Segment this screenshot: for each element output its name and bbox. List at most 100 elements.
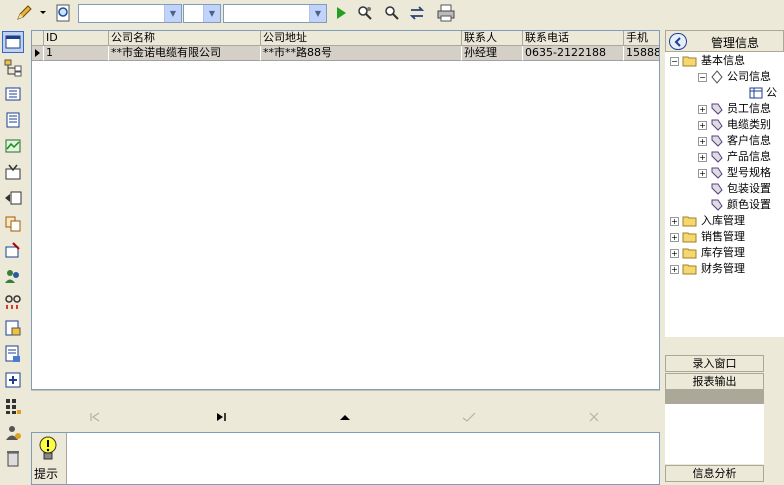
pencil-icon <box>17 5 32 20</box>
tree-node-inventory[interactable]: + 库存管理 <box>670 245 745 261</box>
print-button[interactable] <box>436 3 456 23</box>
right-panel-title: 管理信息 <box>711 36 760 50</box>
edit-pencil-button[interactable] <box>14 3 34 23</box>
tree-node-packaging[interactable]: 包装设置 <box>710 181 771 197</box>
document-icon <box>6 112 20 128</box>
column-header-mobile[interactable]: 手机 <box>624 31 659 46</box>
cell-mobile[interactable]: 15888 <box>624 46 659 61</box>
diamond-icon <box>711 70 723 84</box>
column-header-contact[interactable]: 联系人 <box>462 31 523 46</box>
entry-window-button[interactable]: 录入窗口 <box>665 355 764 372</box>
report-output-button[interactable]: 报表输出 <box>665 373 764 390</box>
collapse-panel-button[interactable] <box>669 33 687 50</box>
first-record-button[interactable] <box>85 409 105 425</box>
tree-node-company-info[interactable]: − 公司信息 <box>698 69 771 85</box>
tree-node-inbound[interactable]: + 入库管理 <box>670 213 745 229</box>
column-header-company-name[interactable]: 公司名称 <box>109 31 261 46</box>
window-icon <box>5 35 21 49</box>
search-all-button[interactable] <box>381 3 401 23</box>
cell-id[interactable]: 1 <box>44 46 109 61</box>
post-record-button[interactable] <box>459 409 479 425</box>
tree-node-customer-info[interactable]: + 客户信息 <box>698 133 771 149</box>
hint-tab[interactable]: 提示 <box>32 433 67 484</box>
import-button[interactable] <box>2 369 24 391</box>
expand-icon[interactable]: + <box>670 264 679 274</box>
find-button[interactable] <box>53 3 73 23</box>
printer-icon <box>437 4 455 22</box>
column-header-id[interactable]: ID <box>44 31 109 46</box>
cell-phone[interactable]: 0635-2122188 <box>523 46 624 61</box>
collapse-icon[interactable]: − <box>698 72 707 82</box>
column-header-phone[interactable]: 联系电话 <box>523 31 624 46</box>
tree-node-sales[interactable]: + 销售管理 <box>670 229 745 245</box>
expand-icon[interactable]: + <box>698 136 707 146</box>
folder-icon <box>682 216 697 227</box>
folder-icon <box>682 232 697 243</box>
expand-icon[interactable]: + <box>670 216 679 226</box>
form-view-button[interactable] <box>2 31 24 53</box>
delete-button[interactable] <box>2 447 24 469</box>
list-view-button[interactable] <box>2 83 24 105</box>
import-icon <box>5 372 21 388</box>
tree-node-basic-info[interactable]: − 基本信息 <box>670 53 745 69</box>
folder-icon <box>682 264 697 275</box>
tag-icon <box>711 151 723 163</box>
chevron-down-icon[interactable]: ▼ <box>164 5 181 22</box>
tag-icon <box>711 103 723 115</box>
expand-icon[interactable]: + <box>670 232 679 242</box>
tree-label: 财务管理 <box>701 262 745 275</box>
tree-node-cable-category[interactable]: + 电缆类别 <box>698 117 771 133</box>
field-select[interactable]: ▼ <box>78 4 182 23</box>
last-record-button[interactable] <box>211 409 231 425</box>
info-analysis-button[interactable]: 信息分析 <box>665 465 764 482</box>
refresh-button[interactable] <box>407 3 427 23</box>
tree-node-finance[interactable]: + 财务管理 <box>670 261 745 277</box>
expand-icon[interactable]: + <box>698 168 707 178</box>
cell-contact[interactable]: 孙经理 <box>462 46 523 61</box>
tree-node-company-leaf[interactable]: 公 <box>749 85 777 101</box>
panel-blank-area <box>665 404 764 464</box>
navigation-tree[interactable]: − 基本信息 − 公司信息 公 + 员工信息 + 电缆类别 + 客户信息 + 产… <box>665 52 784 337</box>
cell-company-name[interactable]: **市金诺电缆有限公司 <box>109 46 261 61</box>
users-button[interactable] <box>2 265 24 287</box>
cell-company-address[interactable]: **市**路88号 <box>261 46 462 61</box>
expand-icon[interactable]: + <box>670 248 679 258</box>
hierarchy-button[interactable] <box>2 57 24 79</box>
operator-select[interactable]: ▼ <box>183 4 221 23</box>
user-settings-button[interactable] <box>2 421 24 443</box>
inbox-button[interactable] <box>2 161 24 183</box>
tree-node-product-info[interactable]: + 产品信息 <box>698 149 771 165</box>
run-query-button[interactable] <box>331 3 351 23</box>
tree-node-staff-info[interactable]: + 员工信息 <box>698 101 771 117</box>
column-header-company-address[interactable]: 公司地址 <box>261 31 462 46</box>
document-button[interactable] <box>2 109 24 131</box>
search-user-button[interactable] <box>355 3 375 23</box>
pencil-dropdown-arrow[interactable] <box>37 3 49 23</box>
export-button[interactable] <box>2 187 24 209</box>
copy-button[interactable] <box>2 213 24 235</box>
tree-node-color[interactable]: 颜色设置 <box>710 197 771 213</box>
tag-icon <box>711 135 723 147</box>
last-icon <box>217 413 226 421</box>
expand-icon[interactable]: + <box>698 120 707 130</box>
insert-record-button[interactable] <box>335 409 355 425</box>
expand-icon[interactable]: + <box>698 152 707 162</box>
collapse-icon[interactable]: − <box>670 56 679 66</box>
chart-button[interactable] <box>2 135 24 157</box>
grid-view-button[interactable] <box>2 395 24 417</box>
expand-icon[interactable]: + <box>698 104 707 114</box>
value-select[interactable]: ▼ <box>223 4 327 23</box>
tag-icon <box>711 167 723 179</box>
tree-node-model-spec[interactable]: + 型号规格 <box>698 165 771 181</box>
report-button[interactable] <box>2 317 24 339</box>
link-button[interactable] <box>2 291 24 313</box>
cancel-record-button[interactable] <box>584 409 604 425</box>
data-grid[interactable]: ID 公司名称 公司地址 联系人 联系电话 手机 1 **市金诺电缆有限公司 *… <box>31 30 660 390</box>
settings-button[interactable] <box>2 239 24 261</box>
row-indicator[interactable] <box>32 46 44 61</box>
tree-label: 员工信息 <box>727 102 771 115</box>
form-report-button[interactable] <box>2 343 24 365</box>
chevron-down-icon[interactable]: ▼ <box>203 5 220 22</box>
chevron-down-icon[interactable]: ▼ <box>309 5 326 22</box>
folder-icon <box>682 248 697 259</box>
